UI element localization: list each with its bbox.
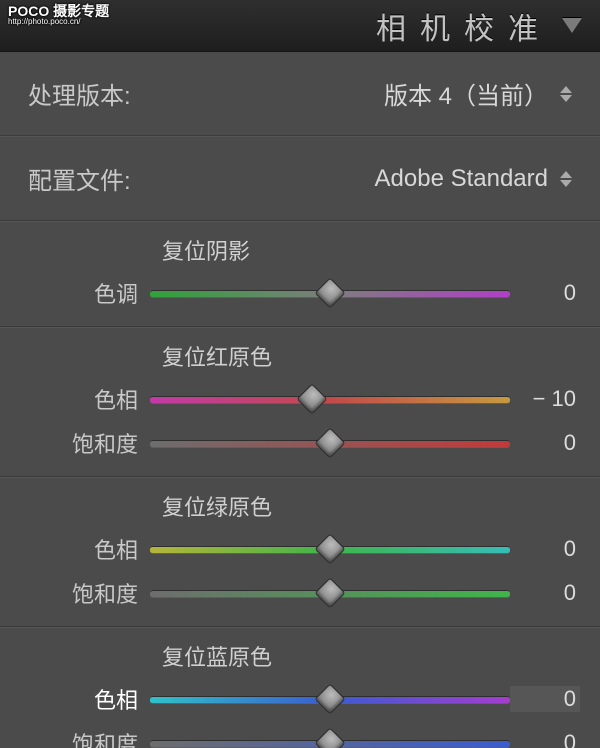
green-sat-slider[interactable] <box>150 584 510 602</box>
slider-thumb[interactable] <box>296 383 327 414</box>
green-hue-row: 色相 0 <box>20 532 580 566</box>
blue-sat-label: 饱和度 <box>20 727 150 748</box>
collapse-icon <box>562 18 582 33</box>
blue-sat-slider[interactable] <box>150 734 510 748</box>
process-version-label: 处理版本: <box>28 76 131 111</box>
shadow-tint-slider[interactable] <box>150 284 510 302</box>
red-sat-label: 饱和度 <box>20 427 150 459</box>
red-hue-value[interactable]: − 10 <box>510 386 580 412</box>
slider-thumb[interactable] <box>314 277 345 308</box>
green-sat-label: 饱和度 <box>20 577 150 609</box>
slider-thumb[interactable] <box>314 577 345 608</box>
blue-hue-slider[interactable] <box>150 690 510 708</box>
shadow-tint-row: 色调 0 <box>20 276 580 310</box>
blue-hue-label: 色相 <box>20 683 150 715</box>
slider-thumb[interactable] <box>314 727 345 748</box>
slider-track <box>150 396 510 404</box>
red-hue-row: 色相 − 10 <box>20 382 580 416</box>
green-section: 复位绿原色 色相 0 饱和度 0 <box>0 477 600 627</box>
green-hue-slider[interactable] <box>150 540 510 558</box>
green-title: 复位绿原色 <box>162 490 580 522</box>
shadow-tint-value[interactable]: 0 <box>510 280 580 306</box>
red-sat-value[interactable]: 0 <box>510 430 580 456</box>
blue-title: 复位蓝原色 <box>162 640 580 672</box>
red-sat-slider[interactable] <box>150 434 510 452</box>
shadow-tint-label: 色调 <box>20 277 150 309</box>
red-hue-slider[interactable] <box>150 390 510 408</box>
red-hue-label: 色相 <box>20 383 150 415</box>
green-hue-label: 色相 <box>20 533 150 565</box>
process-version-row: 处理版本: 版本 4（当前） <box>0 52 600 136</box>
process-version-select[interactable]: 版本 4（当前） <box>384 76 572 111</box>
green-hue-value[interactable]: 0 <box>510 536 580 562</box>
shadows-title: 复位阴影 <box>162 234 580 266</box>
green-sat-value[interactable]: 0 <box>510 580 580 606</box>
blue-hue-row: 色相 0 <box>20 682 580 716</box>
green-sat-row: 饱和度 0 <box>20 576 580 610</box>
blue-hue-value[interactable]: 0 <box>510 686 580 712</box>
red-title: 复位红原色 <box>162 340 580 372</box>
updown-icon <box>560 171 572 187</box>
profile-row: 配置文件: Adobe Standard <box>0 136 600 221</box>
updown-icon <box>560 86 572 102</box>
blue-sat-value[interactable]: 0 <box>510 730 580 748</box>
red-sat-row: 饱和度 0 <box>20 426 580 460</box>
blue-sat-row: 饱和度 0 <box>20 726 580 748</box>
shadows-section: 复位阴影 色调 0 <box>0 221 600 327</box>
red-section: 复位红原色 色相 − 10 饱和度 0 <box>0 327 600 477</box>
watermark-logo: POCO 摄影专题 http://photo.poco.cn/ <box>8 4 109 26</box>
panel-title: 相机校准 <box>376 4 552 48</box>
slider-thumb[interactable] <box>314 683 345 714</box>
profile-select[interactable]: Adobe Standard <box>375 165 572 193</box>
blue-section: 复位蓝原色 色相 0 饱和度 0 <box>0 627 600 748</box>
slider-thumb[interactable] <box>314 427 345 458</box>
slider-thumb[interactable] <box>314 533 345 564</box>
profile-label: 配置文件: <box>28 161 131 196</box>
